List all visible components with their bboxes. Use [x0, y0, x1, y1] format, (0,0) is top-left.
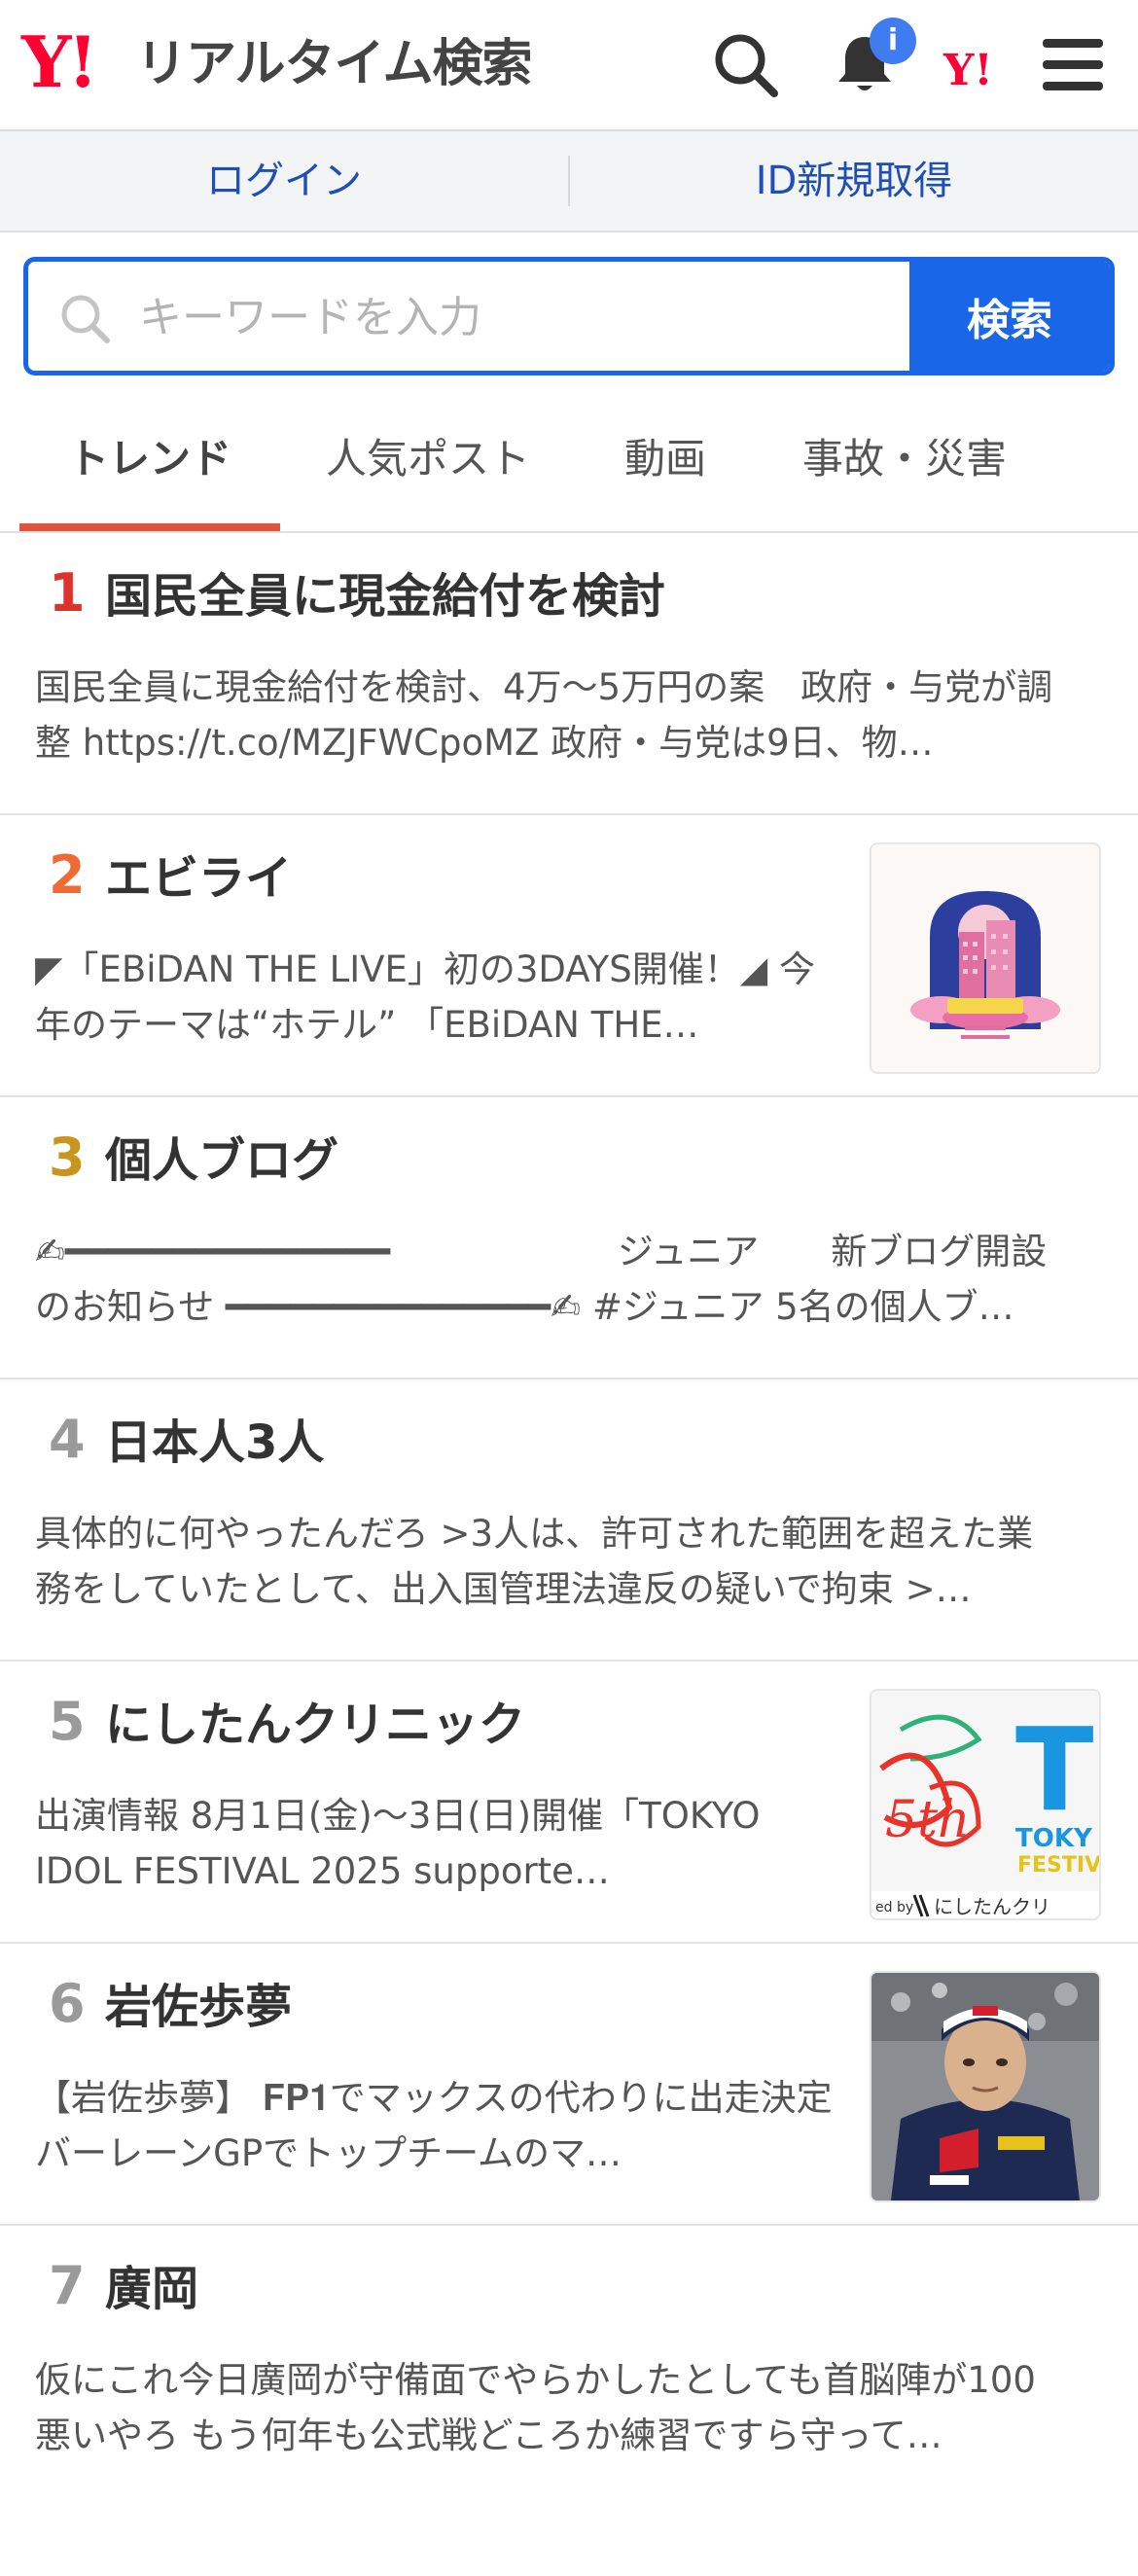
festival-name: TOKY: [1015, 1824, 1093, 1853]
trend-item[interactable]: 5 にしたんクリニック 出演情報 8月1日(金)～3日(日)開催「TOKYO I…: [0, 1662, 1138, 1944]
trend-item[interactable]: 7 廣岡 仮にこれ今日廣岡が守備面でやらかしたとしても首脳陣が100悪いやろ も…: [0, 2226, 1138, 2576]
yahoo-japan-icon[interactable]: Y!: [942, 33, 1019, 105]
trend-item[interactable]: 3 個人ブログ ✍︎━━━━━━━━━━━━━━━ ジュニア 新ブログ開設のお知…: [0, 1097, 1138, 1379]
yahoo-logo[interactable]: Y!: [21, 27, 98, 97]
search-form: 検索: [23, 257, 1115, 376]
login-link[interactable]: ログイン: [0, 131, 568, 231]
festival-sponsor-name: にしたんクリ: [934, 1895, 1050, 1918]
trend-description: ✍︎━━━━━━━━━━━━━━━ ジュニア 新ブログ開設のお知らせ ━━━━━…: [35, 1231, 1048, 1328]
trend-item[interactable]: 1 国民全員に現金給付を検討 国民全員に現金給付を検討、4万～5万円の案 政府・…: [0, 533, 1138, 815]
tab-bar: トレンド 人気ポスト 動画 事故・災害: [0, 389, 1138, 533]
festival-logo: T: [1015, 1702, 1094, 1837]
trend-description: 具体的に何やったんだろ >3人は、許可された範囲を超えた業務をしていたとして、出…: [35, 1513, 1034, 1610]
login-bar: ログイン ID新規取得: [0, 131, 1138, 233]
search-input[interactable]: [137, 262, 909, 371]
search-icon: [61, 295, 110, 343]
rank-number: 2: [49, 844, 86, 906]
rank-number: 3: [49, 1127, 86, 1188]
trend-item[interactable]: 4 日本人3人 具体的に何やったんだろ >3人は、許可された範囲を超えた業務をし…: [0, 1379, 1138, 1662]
tab-popular-posts[interactable]: 人気ポスト: [302, 389, 554, 529]
trend-description: 国民全員に現金給付を検討、4万～5万円の案 政府・与党が調整 https://t…: [35, 666, 1053, 764]
notification-badge: i: [870, 18, 916, 64]
trend-thumbnail[interactable]: [870, 1971, 1101, 2202]
yahoo-mark: Y!: [942, 46, 993, 95]
trend-list: 1 国民全員に現金給付を検討 国民全員に現金給付を検討、4万～5万円の案 政府・…: [0, 533, 1138, 2576]
trend-title[interactable]: エビライ: [105, 850, 292, 907]
search-icon[interactable]: [710, 29, 782, 101]
trend-title[interactable]: 個人ブログ: [105, 1132, 338, 1189]
rank-number: 4: [49, 1409, 86, 1470]
rank-number: 6: [49, 1973, 86, 2034]
trend-description: 【岩佐歩夢】 𝐅𝐏𝟏でマックスの代わりに出走決定 バーレーンGPでトップチームの…: [35, 2077, 833, 2174]
rank-number: 5: [49, 1691, 86, 1752]
trend-item[interactable]: 6 岩佐歩夢 【岩佐歩夢】 𝐅𝐏𝟏でマックスの代わりに出走決定 バーレーンGPで…: [0, 1944, 1138, 2226]
tab-videos[interactable]: 動画: [584, 389, 747, 529]
festival-sub: FESTIV: [1017, 1853, 1099, 1878]
trend-title[interactable]: 岩佐歩夢: [105, 1979, 292, 2035]
trend-description: ◤「EBiDAN THE LIVE」初の3DAYS開催！◢ 今年のテーマは“ホテ…: [35, 948, 815, 1046]
app-header: Y! リアルタイム検索 i Y!: [0, 0, 1138, 131]
festival-sponsor: ed by: [875, 1900, 913, 1915]
trend-item[interactable]: 2 エビライ ◤「EBiDAN THE LIVE」初の3DAYS開催！◢ 今年の…: [0, 815, 1138, 1097]
trend-thumbnail[interactable]: 5th T TOKY FESTIV ed by にしたんクリ: [870, 1689, 1101, 1920]
festival-banner-image: 5th T TOKY FESTIV ed by にしたんクリ: [871, 1691, 1099, 1918]
signup-link[interactable]: ID新規取得: [570, 131, 1138, 231]
rank-number: 1: [49, 562, 86, 624]
trend-title[interactable]: 廣岡: [105, 2261, 198, 2317]
search-button[interactable]: 検索: [909, 262, 1110, 371]
trend-description: 出演情報 8月1日(金)～3日(日)開催「TOKYO IDOL FESTIVAL…: [35, 1795, 761, 1892]
driver-photo-image: [871, 1973, 1099, 2200]
trend-thumbnail[interactable]: [870, 842, 1101, 1074]
trend-title[interactable]: にしたんクリニック: [105, 1697, 525, 1753]
tab-accidents-disasters[interactable]: 事故・災害: [768, 389, 1041, 529]
festival-fifth-mark: 5th: [885, 1791, 970, 1849]
trend-description: 仮にこれ今日廣岡が守備面でやらかしたとしても首脳陣が100悪いやろ もう何年も公…: [35, 2359, 1036, 2456]
page-title[interactable]: リアルタイム検索: [136, 35, 532, 93]
trend-title[interactable]: 国民全員に現金給付を検討: [105, 568, 665, 625]
tab-trend[interactable]: トレンド: [19, 389, 280, 531]
hotel-poster-image: [871, 844, 1099, 1072]
menu-icon[interactable]: [1037, 29, 1109, 101]
trend-title[interactable]: 日本人3人: [105, 1414, 324, 1471]
rank-number: 7: [49, 2255, 86, 2316]
